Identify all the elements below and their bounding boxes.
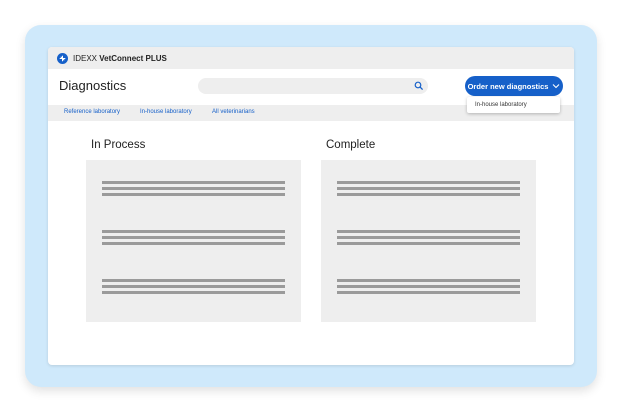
dropdown-item-label: In-house laboratory (475, 102, 527, 108)
title-bar: IDEXX VetConnect PLUS (48, 47, 574, 69)
complete-title: Complete (326, 139, 376, 151)
page-title: Diagnostics (59, 78, 127, 93)
placeholder-line (102, 187, 285, 190)
search-input[interactable] (198, 78, 428, 94)
chevron-down-icon (553, 84, 560, 89)
placeholder-line (102, 193, 285, 196)
complete-panel (321, 160, 536, 322)
placeholder-line (102, 236, 285, 239)
placeholder-line (102, 242, 285, 245)
tab-all-veterinarians[interactable]: All veterinarians (212, 109, 255, 115)
placeholder-line (337, 242, 520, 245)
placeholder-line (102, 291, 285, 294)
placeholder-line (337, 236, 520, 239)
idexx-logo-icon (57, 52, 68, 64)
in-process-panel (86, 160, 301, 322)
product-name: VetConnect PLUS (99, 53, 167, 63)
app-window: IDEXX VetConnect PLUS Diagnostics Order … (48, 47, 574, 365)
placeholder-line (102, 279, 285, 282)
tab-in-house-laboratory[interactable]: In-house laboratory (140, 109, 192, 115)
placeholder-line (102, 285, 285, 288)
placeholder-line (337, 193, 520, 196)
brand-name: IDEXX (73, 53, 98, 63)
placeholder-line (102, 181, 285, 184)
placeholder-line (337, 291, 520, 294)
order-button-label: Order new diagnostics (467, 81, 549, 91)
app-title: IDEXX VetConnect PLUS (73, 54, 167, 63)
placeholder-line (337, 230, 520, 233)
placeholder-line (337, 285, 520, 288)
placeholder-line (337, 279, 520, 282)
dropdown-item-in-house-laboratory[interactable]: In-house laboratory (467, 97, 560, 113)
placeholder-line (102, 230, 285, 233)
search-icon[interactable] (414, 81, 424, 91)
placeholder-line (337, 187, 520, 190)
placeholder-line (337, 181, 520, 184)
in-process-title: In Process (91, 139, 146, 151)
tab-reference-laboratory[interactable]: Reference laboratory (64, 109, 120, 115)
order-new-diagnostics-button[interactable]: Order new diagnostics (465, 76, 563, 96)
